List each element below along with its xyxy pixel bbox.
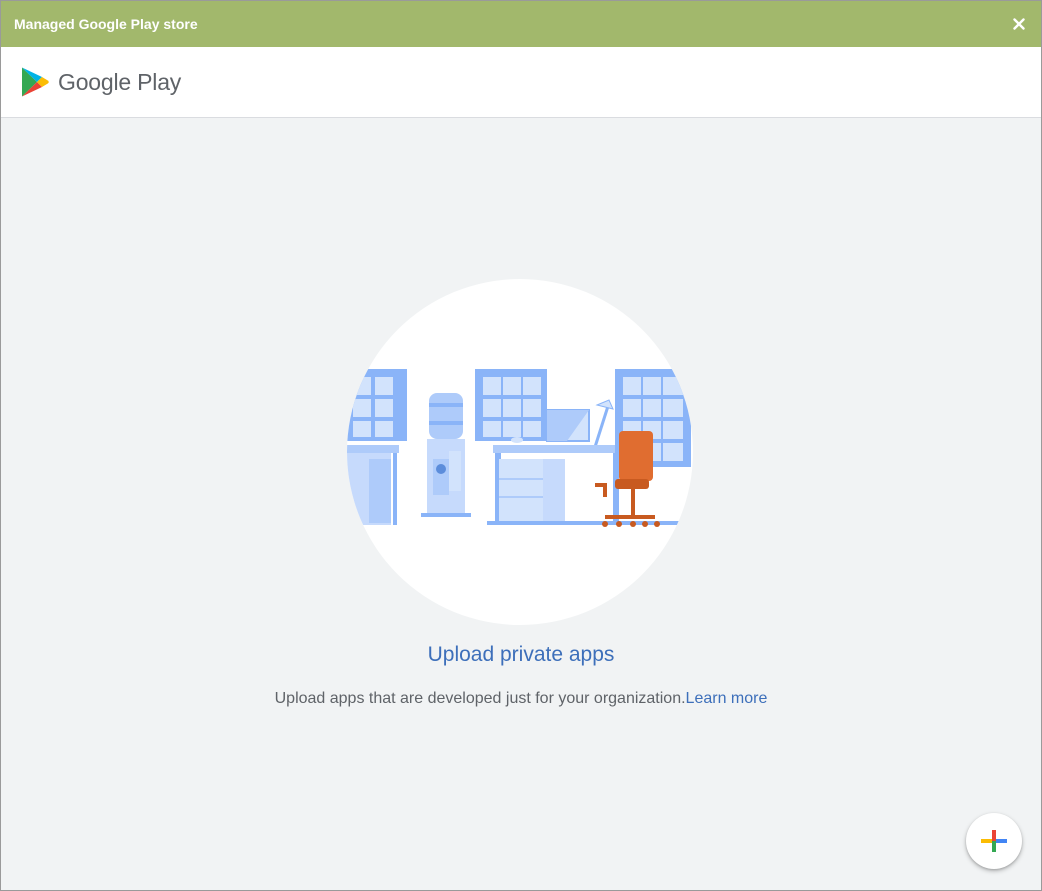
google-play-logo-icon [22,67,49,97]
close-icon[interactable] [1009,14,1029,34]
store-header: Google Play [1,47,1041,118]
brand-wordmark: Google Play [58,68,182,95]
dialog-title: Managed Google Play store [14,16,198,32]
empty-state-title: Upload private apps [427,643,615,666]
dialog-window: Managed Google Play store Google Play Up… [0,0,1042,891]
empty-state-text: Upload apps that are developed just for … [274,690,686,707]
empty-state-description: Upload apps that are developed just for … [1,690,1041,708]
learn-more-link[interactable]: Learn more [686,690,768,707]
office-illustration [347,279,693,625]
main-content: Upload private apps Upload apps that are… [1,119,1041,890]
add-app-button[interactable] [966,813,1022,869]
google-play-logo: Google Play [20,66,181,98]
plus-icon [981,830,1007,852]
dialog-titlebar: Managed Google Play store [1,1,1041,47]
